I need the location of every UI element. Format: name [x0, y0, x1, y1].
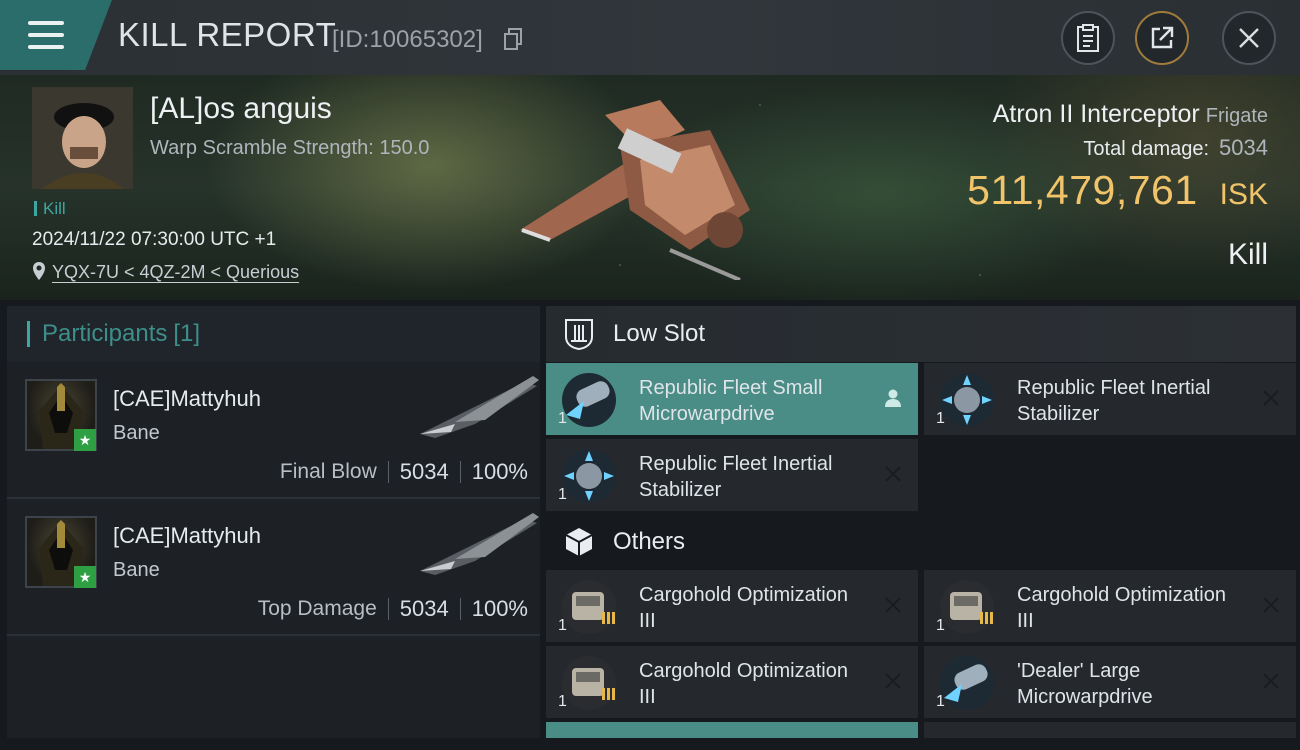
copy-icon[interactable]: [503, 28, 523, 50]
x-mark-icon: [1263, 673, 1279, 689]
hamburger-icon: [28, 21, 64, 49]
participants-panel: Participants [1] ★ [CAE]Mattyhuh Bane Fi…: [7, 306, 540, 742]
participant-damage: 5034: [399, 459, 449, 484]
victim-stat: Warp Scramble Strength: 150.0: [150, 137, 430, 159]
low-slot-title: Low Slot: [613, 320, 706, 347]
module-name: Republic Fleet Small Microwarpdrive: [639, 377, 823, 425]
module-quantity: 1: [558, 617, 567, 634]
kill-location[interactable]: YQX-7U < 4QZ-2M < Querious: [32, 261, 299, 283]
ship-title: Atron II Interceptor Frigate: [993, 100, 1268, 129]
module-item[interactable]: 1 Cargohold Optimization III: [924, 570, 1296, 642]
location-link[interactable]: YQX-7U < 4QZ-2M < Querious: [52, 262, 299, 282]
low-slot-header: Low Slot: [546, 306, 1296, 362]
participant-stats: Final Blow 5034 100%: [280, 459, 528, 485]
isk-value: 511,479,761 ISK: [967, 167, 1268, 214]
share-button[interactable]: [1135, 11, 1189, 65]
module-name: Cargohold Optimization III: [1017, 584, 1226, 632]
page-title: KILL REPORT: [118, 16, 337, 53]
module-quantity: 1: [936, 617, 945, 634]
module-item[interactable]: 1 Republic Fleet Inertial Stabilizer: [546, 439, 918, 511]
total-damage-label: Total damage:: [1083, 138, 1210, 160]
x-mark-icon: [1263, 597, 1279, 613]
inertial-stabilizer-icon: [562, 449, 616, 503]
participant-role: Final Blow: [279, 460, 377, 483]
module-quantity: 1: [558, 486, 567, 503]
module-quantity: 1: [936, 410, 945, 427]
microwarpdrive-icon: [940, 656, 994, 710]
participant-name[interactable]: [CAE]Mattyhuh: [113, 386, 261, 412]
kill-tag: Kill: [34, 199, 66, 219]
ship-name[interactable]: Atron II Interceptor: [993, 100, 1200, 128]
participant-percent: 100%: [471, 596, 528, 621]
clipboard-button[interactable]: [1061, 11, 1115, 65]
participants-count: [1]: [173, 320, 201, 347]
person-icon: [885, 389, 901, 407]
kill-timestamp: 2024/11/22 07:30:00 UTC +1: [32, 229, 277, 250]
low-slot-icon: [565, 319, 593, 351]
kill-result: Kill: [1227, 238, 1268, 271]
total-damage-value: 5034: [1219, 135, 1268, 160]
module-name: Republic Fleet Inertial Stabilizer: [639, 453, 833, 501]
participant-stats: Top Damage 5034 100%: [258, 596, 528, 622]
x-mark-icon: [885, 673, 901, 689]
close-icon: [1239, 28, 1259, 48]
participant-role: Top Damage: [257, 597, 377, 620]
star-icon: ★: [74, 566, 96, 588]
module-item[interactable]: 1 Republic Fleet Small Microwarpdrive: [546, 363, 918, 435]
total-damage: Total damage: 5034: [1083, 135, 1268, 161]
participant-ship-image: [420, 513, 539, 575]
share-icon: [1151, 26, 1174, 49]
isk-amount: 511,479,761: [967, 167, 1198, 213]
module-item[interactable]: 1 Cargohold Optimization III: [546, 646, 918, 718]
module-item[interactable]: 1 'Dealer' Large Microwarpdrive: [924, 646, 1296, 718]
ship-class: Frigate: [1205, 105, 1268, 127]
victim-portrait[interactable]: [32, 87, 133, 189]
fitting-panel: Low Slot 1 Republic Fleet Small Microwar…: [546, 306, 1296, 742]
ship-image: [520, 100, 750, 280]
pilot-avatar-image: [32, 87, 133, 189]
report-id: [ID:10065302]: [332, 26, 483, 53]
module-name: Cargohold Optimization III: [639, 660, 848, 708]
cube-icon: [565, 528, 593, 556]
participant-ship: Bane: [113, 559, 160, 581]
isk-unit: ISK: [1219, 178, 1268, 211]
participants-title: Participants: [42, 320, 168, 347]
module-item[interactable]: 1 Republic Fleet Inertial Stabilizer: [924, 363, 1296, 435]
module-name: Cargohold Optimization III: [639, 584, 848, 632]
x-mark-icon: [885, 466, 901, 482]
participant-ship: Bane: [113, 422, 160, 444]
x-mark-icon: [1263, 390, 1279, 406]
participant-name[interactable]: [CAE]Mattyhuh: [113, 523, 261, 549]
module-name: Republic Fleet Inertial Stabilizer: [1017, 377, 1211, 425]
cargohold-icon: [940, 580, 994, 634]
close-button[interactable]: [1222, 11, 1276, 65]
participants-header: Participants [1]: [7, 306, 540, 362]
map-pin-icon: [33, 262, 45, 280]
clipboard-icon: [1077, 24, 1099, 52]
cargohold-icon: [562, 580, 616, 634]
others-title: Others: [613, 528, 686, 555]
star-icon: ★: [74, 429, 96, 451]
microwarpdrive-icon: [562, 373, 616, 427]
x-mark-icon: [885, 597, 901, 613]
others-header: Others: [546, 514, 1296, 570]
participant-percent: 100%: [471, 459, 528, 484]
kill-summary: [AL]os anguis Warp Scramble Strength: 15…: [0, 75, 1300, 300]
screen-bottom-edge: [0, 738, 1300, 750]
module-item[interactable]: 1 Cargohold Optimization III: [546, 570, 918, 642]
victim-name[interactable]: [AL]os anguis: [150, 92, 332, 126]
participant-damage: 5034: [399, 596, 449, 621]
module-name: 'Dealer' Large Microwarpdrive: [1017, 660, 1153, 708]
module-quantity: 1: [936, 693, 945, 710]
module-quantity: 1: [558, 693, 567, 710]
inertial-stabilizer-icon: [940, 373, 994, 427]
menu-button[interactable]: [0, 0, 112, 70]
cargohold-icon: [562, 656, 616, 710]
top-bar: KILL REPORT [ID:10065302]: [0, 0, 1300, 75]
participant-card[interactable]: ★ [CAE]Mattyhuh Bane Final Blow 5034 100…: [7, 362, 540, 499]
participant-card[interactable]: ★ [CAE]Mattyhuh Bane Top Damage 5034 100…: [7, 499, 540, 636]
participant-ship-image: [420, 376, 539, 438]
module-quantity: 1: [558, 410, 567, 427]
